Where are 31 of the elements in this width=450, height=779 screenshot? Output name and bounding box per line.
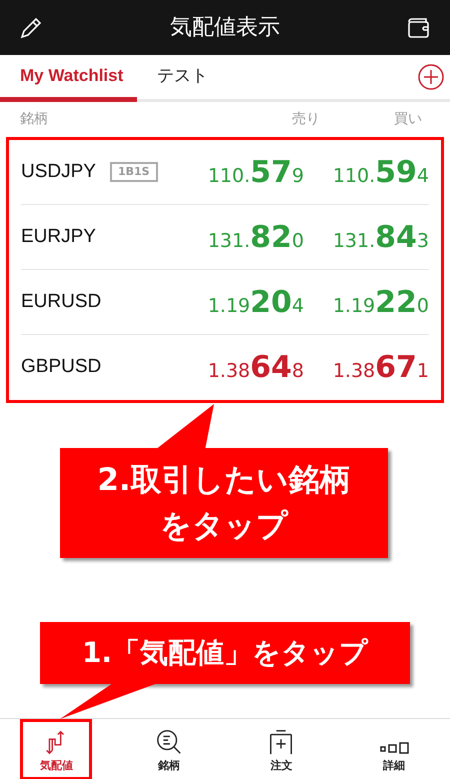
nav-tab[interactable]: 銘柄 [132,719,205,779]
tab[interactable]: My Watchlist [0,55,137,102]
watchlist-row[interactable]: EURJPY 131.820 131.843 [21,205,429,270]
nav-tab[interactable]: 詳細 [358,719,430,779]
tab[interactable]: テスト [137,55,228,102]
price-quote[interactable]: 1.19220 [304,280,429,324]
symbol-name: EURUSD [21,290,102,314]
watchlist-row[interactable]: EURUSD 1.19204 1.19220 [21,270,429,335]
nav-tab[interactable]: 注文 [245,719,318,779]
watchlist-row[interactable]: USDJPY 1B1S 110.579 110.594 [21,140,429,205]
price-quote[interactable]: 1.38648 [189,345,304,390]
price-quote[interactable]: 131.820 [189,214,304,260]
squares-icon [378,742,409,756]
screen-title: 気配値表示 [170,14,280,42]
nav-tab[interactable]: 気配値 [20,719,92,779]
column-header: 銘柄 [20,110,49,129]
price-quote[interactable]: 110.579 [189,150,304,194]
column-header: 売り [291,110,321,129]
price-quote[interactable]: 110.594 [304,150,429,194]
watchlist-row[interactable]: GBPUSD 1.38648 1.3867 1 [21,335,429,400]
price-quote[interactable]: 131.843 [304,214,429,260]
price-quote[interactable]: 1.19204 [189,280,304,324]
tag-badge: 1B1S [110,162,158,182]
column-header: 買い [393,110,423,129]
wallet-icon[interactable] [406,16,432,40]
symbol-name: GBPUSD [21,355,102,380]
price-quote[interactable]: 1.3867 1 [304,345,429,390]
search-icon [154,728,183,756]
symbol-name: USDJPY [21,160,96,184]
add-tab-icon[interactable] [418,64,444,90]
symbol-name: EURJPY [21,224,96,249]
